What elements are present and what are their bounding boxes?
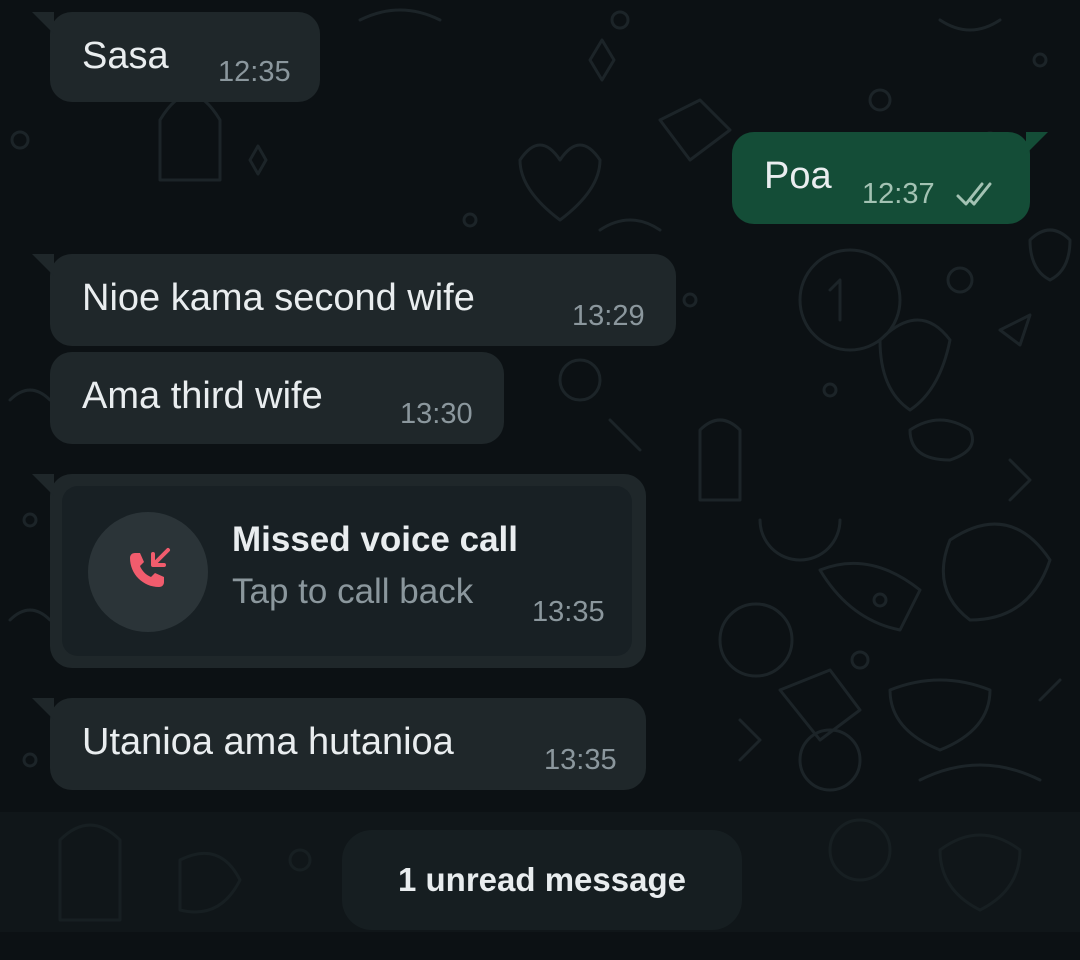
message-text: Nioe kama second wife	[82, 277, 475, 319]
unread-message-banner: 1 unread message	[342, 830, 742, 930]
missed-call-icon-circle	[88, 512, 208, 632]
unread-message-count: 1 unread message	[398, 861, 686, 898]
missed-call-card[interactable]: Missed voice call Tap to call back 13:35	[62, 486, 632, 656]
message-text: Poa	[764, 155, 832, 197]
message-bubble-outgoing[interactable]: Poa 12:37	[732, 132, 1048, 224]
message-text: Sasa	[82, 35, 169, 77]
message-text: Utanioa ama hutanioa	[82, 721, 454, 763]
message-bubble-incoming[interactable]: Nioe kama second wife 13:29	[32, 254, 676, 346]
message-timestamp: 13:35	[532, 596, 605, 628]
message-bubble-incoming[interactable]: Utanioa ama hutanioa 13:35	[32, 698, 646, 790]
double-check-icon	[956, 182, 992, 206]
call-back-prompt[interactable]: Tap to call back	[232, 572, 473, 612]
message-timestamp: 13:30	[400, 398, 473, 430]
message-bubble-incoming[interactable]: Ama third wife 13:30	[50, 352, 504, 444]
message-timestamp: 13:35	[544, 744, 617, 776]
message-text: Ama third wife	[82, 375, 323, 417]
message-timestamp: 12:37	[862, 178, 935, 210]
missed-call-title: Missed voice call	[232, 520, 518, 559]
missed-call-icon	[130, 548, 170, 587]
message-timestamp: 13:29	[572, 300, 645, 332]
message-bubble-incoming[interactable]: Sasa 12:35	[32, 12, 320, 102]
message-timestamp: 12:35	[218, 56, 291, 88]
